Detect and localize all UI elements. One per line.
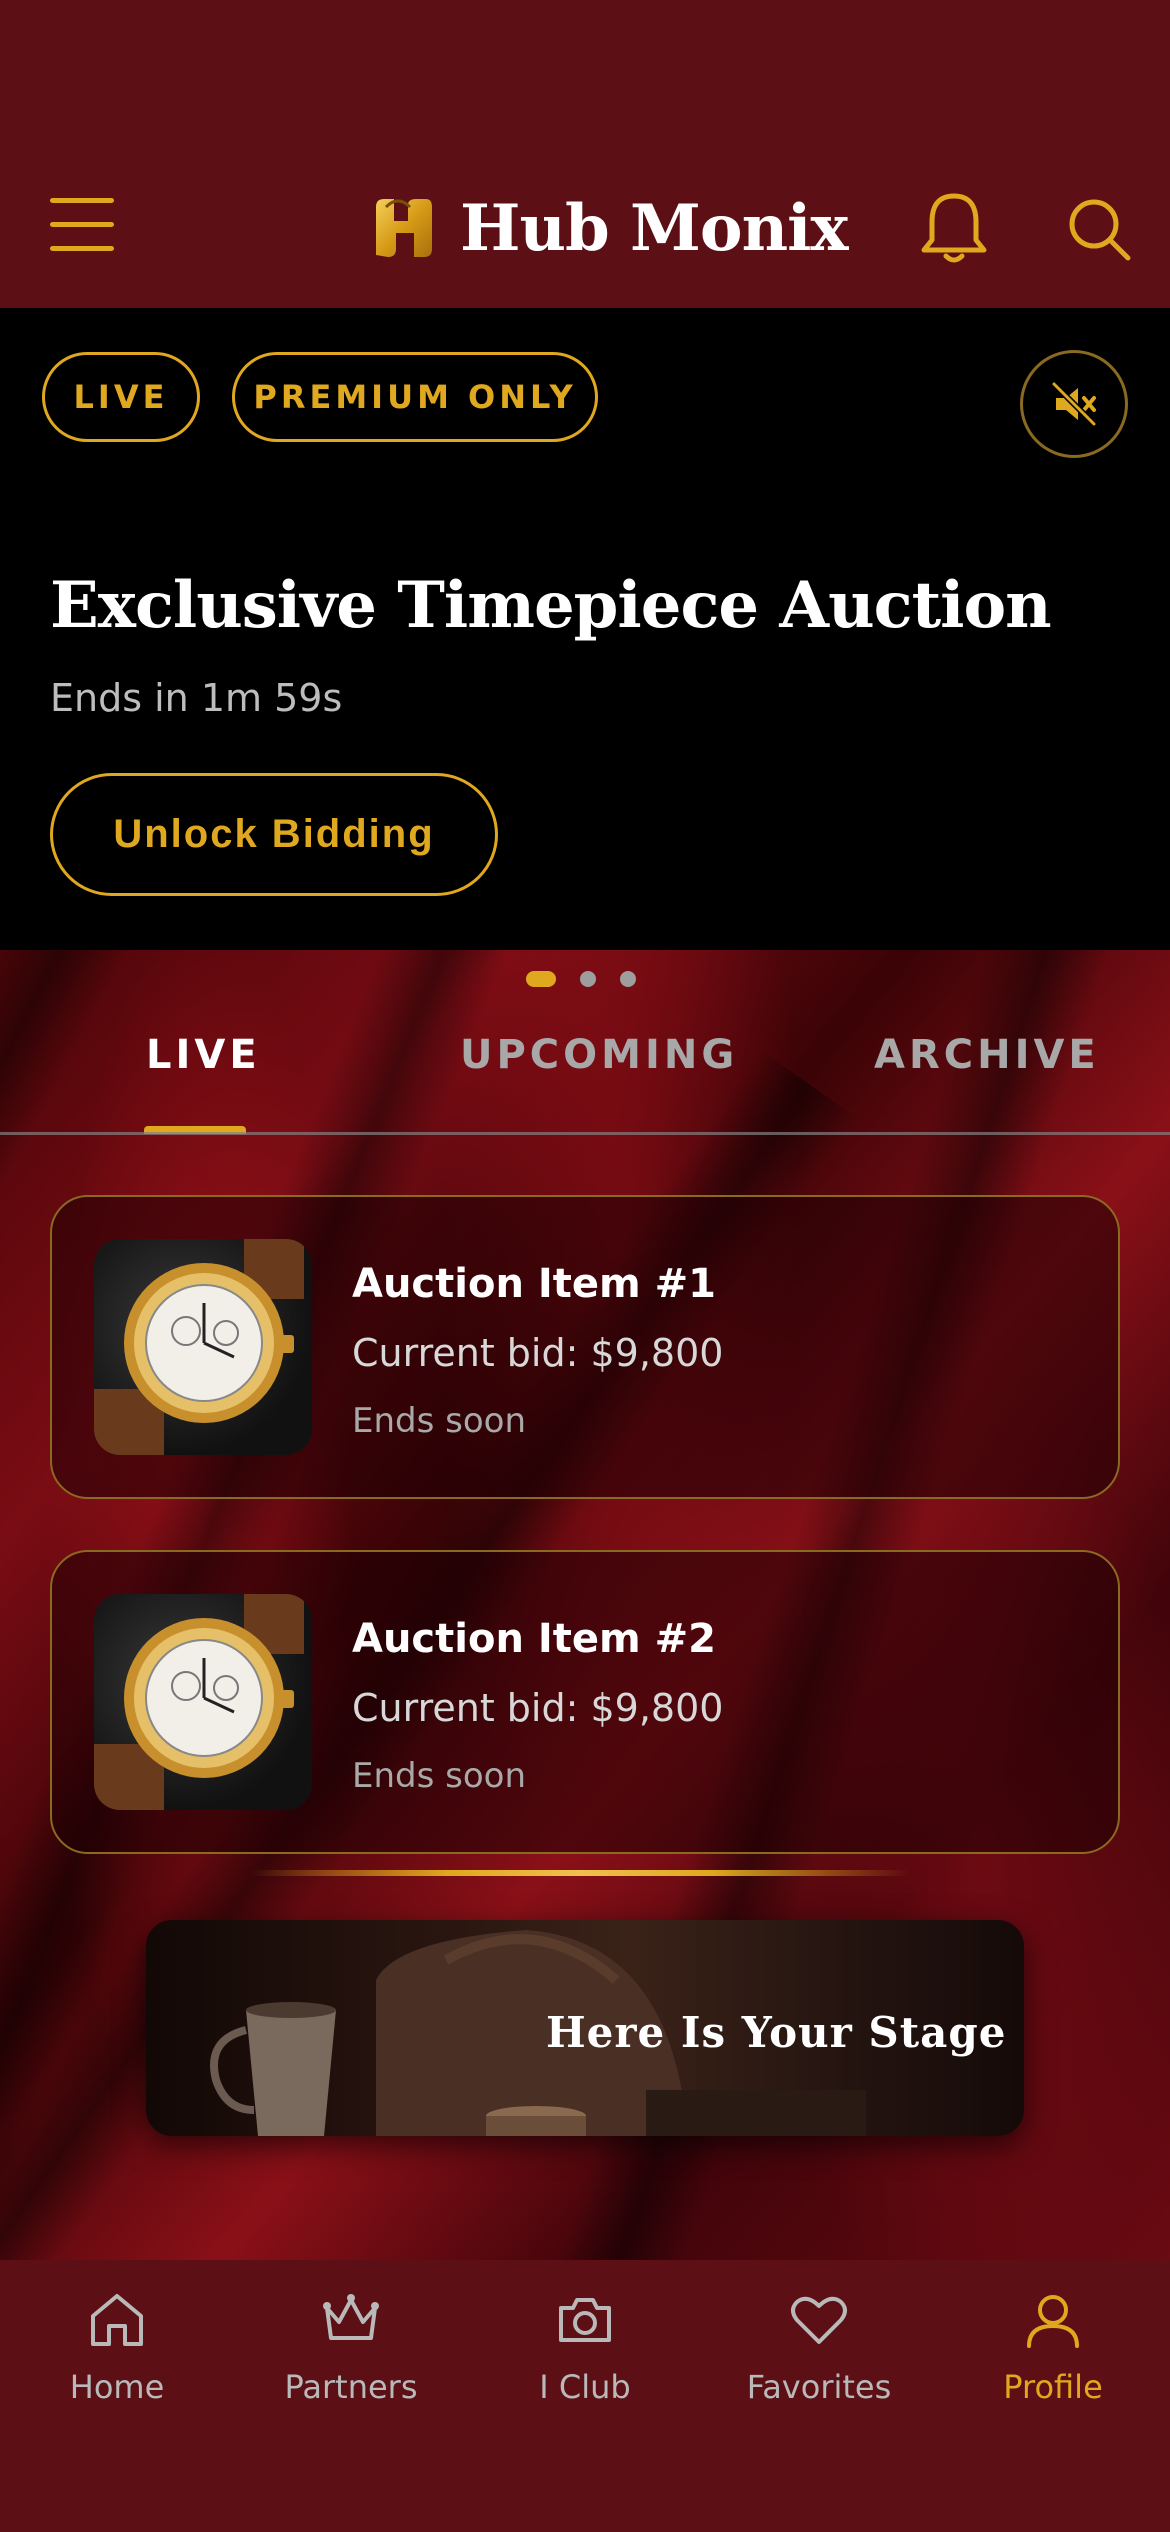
auction-tabs: LIVE UPCOMING ARCHIVE — [0, 1020, 1170, 1134]
carousel-dot[interactable] — [580, 971, 596, 987]
app-header: Hub Monix — [0, 150, 1170, 308]
nav-i-club-label: I Club — [539, 2368, 631, 2406]
user-icon — [1027, 2295, 1079, 2348]
promo-title: Here Is Your Stage — [546, 2008, 1007, 2057]
hero-banner: LIVE PREMIUM ONLY Exclusive Timepiece Au… — [0, 308, 1170, 950]
camera-icon — [559, 2298, 611, 2342]
auction-item-card[interactable]: Auction Item #1 Current bid: $9,800 Ends… — [50, 1195, 1120, 1499]
nav-home[interactable]: Home — [0, 2290, 234, 2410]
gold-watch-image — [94, 1239, 312, 1455]
auction-item-status: Ends soon — [352, 1401, 527, 1441]
tab-upcoming[interactable]: UPCOMING — [460, 1032, 738, 1078]
carousel-indicator — [526, 970, 660, 988]
live-badge: LIVE — [42, 352, 200, 442]
auction-item-bid: Current bid: $9,800 — [352, 1331, 724, 1375]
speaker-muted-icon — [1051, 381, 1097, 427]
hamburger-menu-icon[interactable] — [50, 198, 116, 252]
auction-item-title: Auction Item #1 — [352, 1261, 716, 1307]
carousel-dot-active[interactable] — [526, 971, 556, 987]
tabs-divider — [0, 1132, 1170, 1135]
auction-item-status: Ends soon — [352, 1756, 527, 1796]
bottom-navigation: Home Partners I Club Favorites Profile — [0, 2260, 1170, 2532]
promo-banner[interactable]: Here Is Your Stage — [146, 1920, 1024, 2136]
nav-partners-label: Partners — [284, 2368, 418, 2406]
premium-only-badge: PREMIUM ONLY — [232, 352, 598, 442]
app-name: Hub Monix — [460, 190, 849, 266]
home-icon — [91, 2294, 143, 2346]
crown-icon — [323, 2294, 379, 2340]
nav-favorites[interactable]: Favorites — [702, 2290, 936, 2410]
status-bar-area — [0, 0, 1170, 150]
heart-icon — [791, 2296, 847, 2344]
nav-profile-label: Profile — [1003, 2368, 1103, 2406]
tab-live[interactable]: LIVE — [146, 1032, 261, 1078]
nav-profile[interactable]: Profile — [936, 2290, 1170, 2410]
auction-item-title: Auction Item #2 — [352, 1616, 716, 1662]
nav-favorites-label: Favorites — [746, 2368, 892, 2406]
hero-title: Exclusive Timepiece Auction — [50, 568, 1052, 643]
unlock-bidding-button[interactable]: Unlock Bidding — [50, 773, 498, 896]
gold-watch-image — [94, 1594, 312, 1810]
brand[interactable]: Hub Monix — [368, 188, 849, 268]
gold-divider — [250, 1870, 910, 1876]
auction-item-bid: Current bid: $9,800 — [352, 1686, 724, 1730]
hero-countdown: Ends in 1m 59s — [50, 676, 343, 720]
nav-home-label: Home — [69, 2368, 165, 2406]
tab-archive[interactable]: ARCHIVE — [874, 1032, 1100, 1078]
bell-icon[interactable] — [918, 190, 990, 266]
carousel-dot[interactable] — [620, 971, 636, 987]
auction-item-card[interactable]: Auction Item #2 Current bid: $9,800 Ends… — [50, 1550, 1120, 1854]
mute-button[interactable] — [1020, 350, 1128, 458]
search-icon[interactable] — [1064, 194, 1132, 262]
nav-partners[interactable]: Partners — [234, 2290, 468, 2410]
hub-monix-logo — [376, 199, 432, 257]
nav-i-club[interactable]: I Club — [468, 2290, 702, 2410]
